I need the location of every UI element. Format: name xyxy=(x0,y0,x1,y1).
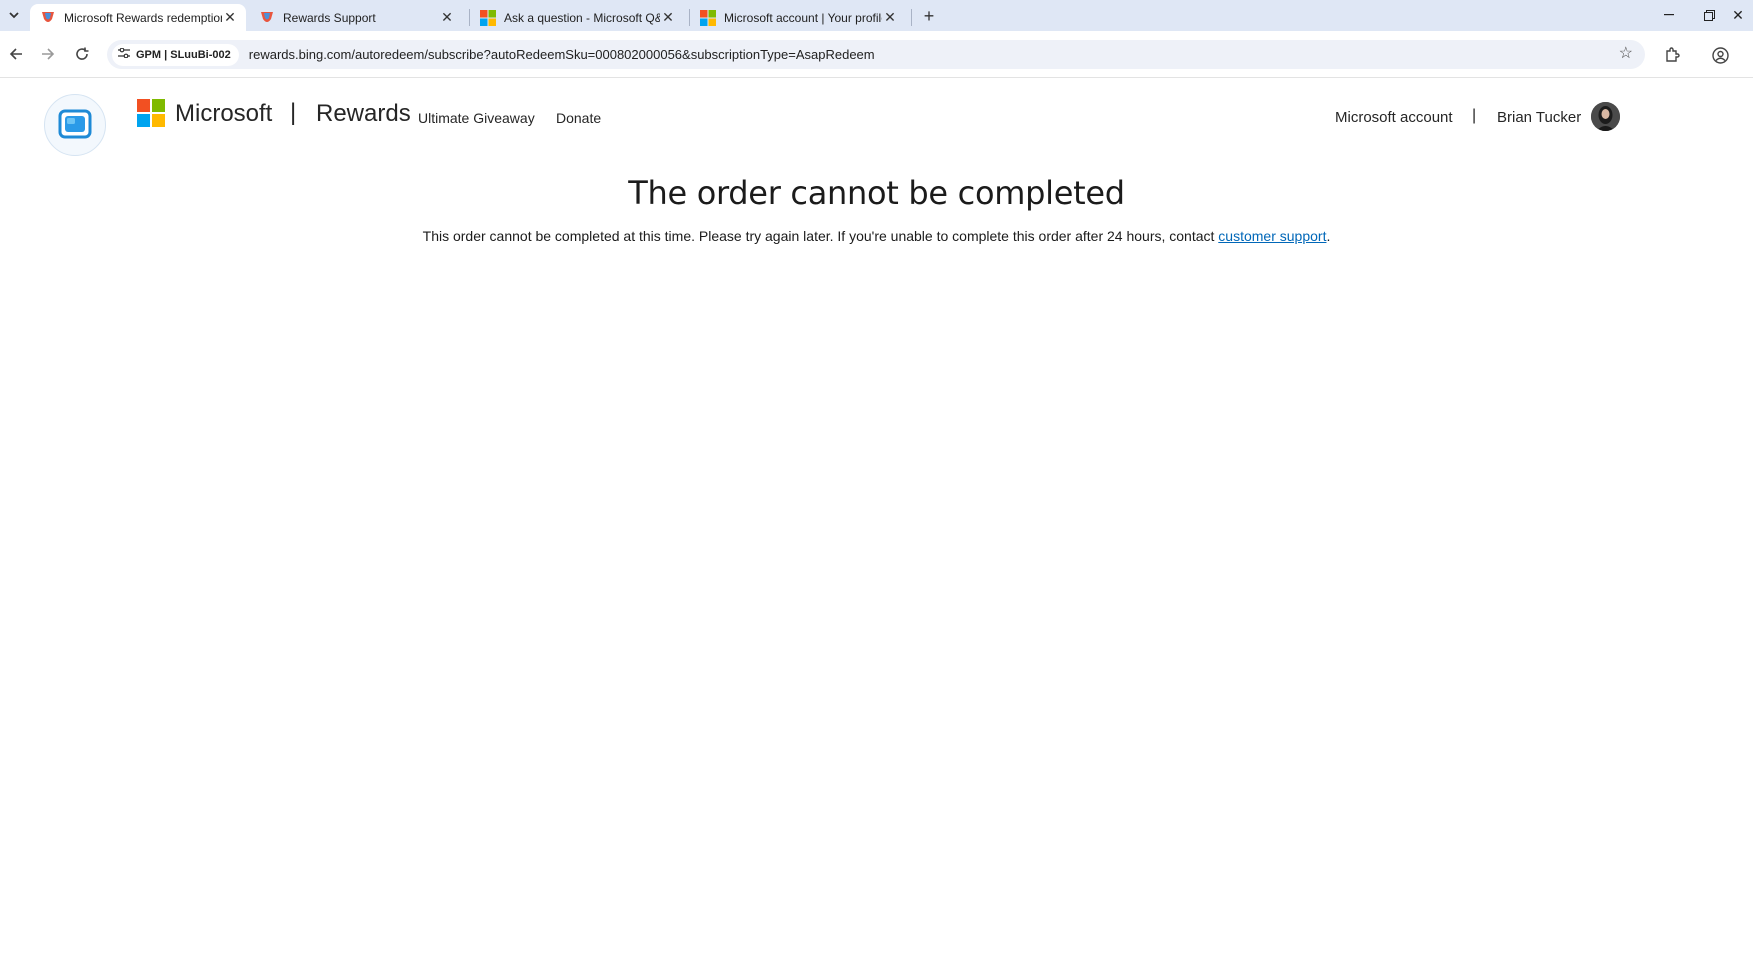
profile-chip[interactable]: GPM | SLuuBi-002 xyxy=(112,43,239,66)
page-title: The order cannot be completed xyxy=(628,174,1125,212)
tab-separator xyxy=(911,9,912,26)
nav-donate[interactable]: Donate xyxy=(556,110,601,126)
microsoft-logo-green xyxy=(152,99,165,112)
reload-icon[interactable] xyxy=(70,42,94,66)
back-icon[interactable] xyxy=(4,42,28,66)
microsoft-logo-yellow xyxy=(152,114,165,127)
tab-microsoft-account[interactable]: Microsoft account | Your profile ✕ xyxy=(690,4,906,31)
rewards-favicon-icon xyxy=(40,10,56,26)
customer-support-link[interactable]: customer support xyxy=(1218,228,1326,244)
tab-title: Ask a question - Microsoft Q&A xyxy=(504,10,660,25)
rewards-app-logo[interactable] xyxy=(44,94,106,156)
tab-rewards-support[interactable]: Rewards Support ✕ xyxy=(249,4,463,31)
microsoft-favicon-icon xyxy=(480,9,496,26)
forward-icon[interactable] xyxy=(36,42,60,66)
tab-rewards-redemption[interactable]: Microsoft Rewards redemption ✕ xyxy=(30,4,246,31)
url-text[interactable]: rewards.bing.com/autoredeem/subscribe?au… xyxy=(249,47,875,62)
error-message-end: . xyxy=(1326,228,1331,244)
brand-name[interactable]: Microsoft xyxy=(175,100,272,128)
microsoft-logo-blue xyxy=(137,114,150,127)
microsoft-favicon-icon xyxy=(700,9,716,26)
rewards-favicon-icon xyxy=(259,10,275,26)
address-bar[interactable]: GPM | SLuuBi-002 rewards.bing.com/autore… xyxy=(107,40,1645,69)
brand-separator: | xyxy=(290,99,297,126)
rewards-page: Microsoft | Rewards Ultimate Giveaway Do… xyxy=(0,79,1753,958)
window-close-icon[interactable]: ✕ xyxy=(1723,4,1753,26)
minimize-icon[interactable] xyxy=(1654,4,1684,26)
account-separator: | xyxy=(1472,107,1477,124)
close-tab-icon[interactable]: ✕ xyxy=(222,9,238,26)
profile-chip-label: GPM | SLuuBi-002 xyxy=(136,48,231,61)
bookmark-star-icon[interactable]: ☆ xyxy=(1619,43,1633,63)
tab-microsoft-qa[interactable]: Ask a question - Microsoft Q&A ✕ xyxy=(470,4,684,31)
new-tab-icon[interactable]: + xyxy=(918,5,940,27)
tab-title: Microsoft account | Your profile xyxy=(724,10,882,25)
microsoft-account-link[interactable]: Microsoft account xyxy=(1335,109,1453,126)
tab-strip: Microsoft Rewards redemption ✕ Rewards S… xyxy=(0,0,1753,31)
avatar[interactable] xyxy=(1591,102,1620,131)
rewards-home-link[interactable]: Rewards xyxy=(316,100,411,128)
tab-title: Rewards Support xyxy=(283,10,376,25)
extensions-icon[interactable] xyxy=(1660,43,1684,67)
profile-icon[interactable] xyxy=(1708,43,1732,67)
tab-search-icon[interactable] xyxy=(4,5,24,25)
nav-ultimate-giveaway[interactable]: Ultimate Giveaway xyxy=(418,110,535,126)
site-settings-icon[interactable] xyxy=(118,47,130,61)
browser-toolbar: GPM | SLuuBi-002 rewards.bing.com/autore… xyxy=(0,31,1753,78)
error-message: This order cannot be completed at this t… xyxy=(0,228,1753,244)
close-tab-icon[interactable]: ✕ xyxy=(882,9,898,26)
microsoft-logo[interactable] xyxy=(137,99,165,127)
close-tab-icon[interactable]: ✕ xyxy=(439,9,455,26)
close-tab-icon[interactable]: ✕ xyxy=(660,9,676,26)
restore-icon[interactable] xyxy=(1694,4,1724,26)
error-message-text: This order cannot be completed at this t… xyxy=(422,228,1219,244)
microsoft-logo-red xyxy=(137,99,150,112)
tab-title: Microsoft Rewards redemption xyxy=(64,10,222,25)
user-name[interactable]: Brian Tucker xyxy=(1497,109,1581,126)
